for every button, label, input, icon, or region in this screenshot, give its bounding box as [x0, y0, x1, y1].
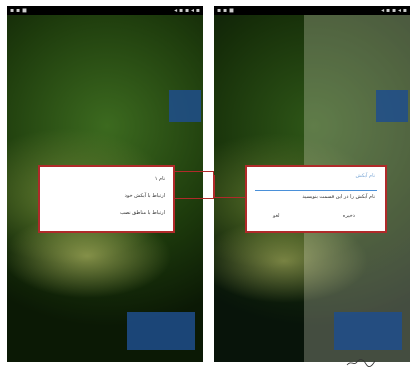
cancel-button[interactable]: لغو	[273, 213, 280, 219]
bottom-action-button[interactable]	[334, 312, 402, 350]
status-left-icons: ▪ ▪ ◼	[10, 7, 27, 14]
dialog-title: نام آبکش	[355, 173, 375, 179]
connector-line	[175, 171, 214, 199]
bottom-action-button[interactable]	[127, 312, 195, 350]
save-button[interactable]: ذخیره	[343, 213, 355, 219]
menu-item-rename[interactable]: نام ۱	[155, 176, 165, 182]
status-bar: ▪ ▪ ◼ ◂ ▪ ▪ ◂ ▪	[214, 6, 410, 15]
status-left-icons: ▪ ▪ ◼	[217, 7, 234, 14]
signature-mark	[346, 359, 376, 367]
options-menu-dialog: نام ۱ ارتباط با آبکش خود ارتباط با مناطق…	[38, 165, 175, 233]
status-right-icons: ◂ ▪ ▪ ◂ ▪	[174, 7, 200, 14]
status-right-icons: ◂ ▪ ▪ ◂ ▪	[381, 7, 407, 14]
name-input[interactable]	[255, 184, 377, 191]
menu-item-area-contact[interactable]: ارتباط با مناطق نصب	[120, 210, 165, 216]
status-bar: ▪ ▪ ◼ ◂ ▪ ▪ ◂ ▪	[7, 6, 203, 15]
top-action-button[interactable]	[169, 90, 201, 122]
menu-item-contact[interactable]: ارتباط با آبکش خود	[125, 193, 165, 199]
rename-dialog: نام آبکش نام آبکش را در این قسمت بنویسید…	[245, 165, 387, 233]
top-action-button[interactable]	[376, 90, 408, 122]
connector-line	[214, 175, 246, 198]
dialog-message: نام آبکش را در این قسمت بنویسید	[302, 194, 375, 200]
